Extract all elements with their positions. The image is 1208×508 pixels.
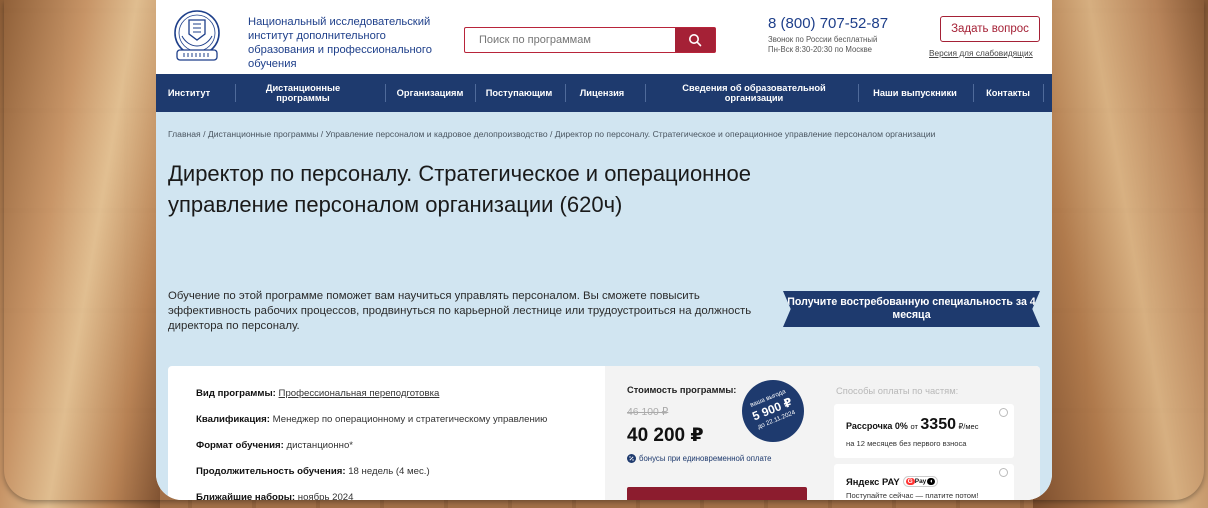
nav-item-license[interactable]: Лицензия (572, 74, 632, 112)
savings-badge: ваша выгода 5 900 ₽ до 22.11.2024 (732, 370, 814, 452)
yandex-pay-logo-icon: G Pay ◖ (902, 476, 939, 487)
format-value: дистанционно* (286, 440, 354, 451)
search-input[interactable] (465, 28, 675, 52)
bonus-link[interactable]: бонусы при единовременной оплате (627, 454, 771, 463)
nav-item-org-info[interactable]: Сведения об образовательной организации (679, 74, 829, 112)
qualification-value: Менеджер по операционному и стратегическ… (272, 414, 548, 425)
qualification-label: Квалификация: (196, 414, 270, 425)
price-label: Стоимость программы: (627, 385, 737, 395)
search-button[interactable] (675, 28, 715, 52)
yandex-pay-title: Яндекс PAY (846, 476, 900, 487)
start-label: Ближайшие наборы: (196, 492, 296, 500)
background-boxes-left (0, 0, 160, 508)
yandex-pay-note: Поступайте сейчас — платите потом! (846, 491, 979, 500)
phone-note-free: Звонок по России бесплатный (768, 35, 878, 44)
old-price: 46 100 ₽ (627, 407, 669, 418)
nav-divider (858, 84, 859, 102)
nav-divider (1043, 84, 1044, 102)
program-card: Вид программы: Профессиональная переподг… (168, 366, 1040, 500)
yandex-pay-title-row: Яндекс PAY G Pay ◖ (846, 476, 939, 487)
installment-note: на 12 месяцев без первого взноса (846, 439, 967, 448)
nav-divider (565, 84, 566, 102)
info-icon[interactable] (999, 408, 1008, 417)
program-type-label: Вид программы: (196, 388, 276, 399)
current-price: 40 200 ₽ (627, 425, 704, 446)
info-icon[interactable] (999, 468, 1008, 477)
page-title: Директор по персоналу. Стратегическое и … (168, 161, 751, 217)
nav-item-contacts[interactable]: Контакты (978, 74, 1038, 112)
qualification-row: Квалификация: Менеджер по операционному … (196, 414, 547, 425)
nav-divider (645, 84, 646, 102)
search-icon (689, 34, 702, 47)
search-box (464, 27, 716, 53)
program-type-link[interactable]: Профессиональная переподготовка (279, 388, 440, 399)
nav-divider (385, 84, 386, 102)
payment-options: Способы оплаты по частям: Рассрочка 0% о… (820, 366, 1040, 500)
main-nav: Институт Дистанционные программы Организ… (156, 74, 1052, 112)
format-label: Формат обучения: (196, 440, 284, 451)
percent-icon (627, 454, 636, 463)
payment-title: Способы оплаты по частям: (836, 385, 959, 396)
nav-divider (235, 84, 236, 102)
yandex-pay-card[interactable]: Яндекс PAY G Pay ◖ Поступайте сейчас — пла… (834, 464, 1014, 500)
start-value: ноябрь 2024 (297, 492, 354, 500)
website: Национальный исследовательский институт … (156, 0, 1052, 500)
installment-prefix: Рассрочка 0% (846, 421, 908, 431)
duration-banner: Получите востребованную специальность за… (783, 291, 1040, 327)
phone-number[interactable]: 8 (800) 707-52-87 (768, 15, 888, 32)
price-block: Стоимость программы: 46 100 ₽ 40 200 ₽ б… (605, 366, 820, 500)
start-row: Ближайшие наборы: ноябрь 2024 (196, 492, 353, 500)
background-boxes-right (1033, 0, 1208, 508)
program-description: Обучение по этой программе поможет вам н… (168, 290, 752, 332)
installment-amount: 3350 (920, 416, 956, 433)
nav-item-organizations[interactable]: Организациям (392, 74, 468, 112)
duration-row: Продолжительность обучения: 18 недель (4… (196, 466, 430, 477)
installment-card[interactable]: Рассрочка 0% от 3350 ₽/мес на 12 месяцев… (834, 404, 1014, 458)
nav-item-institute[interactable]: Институт (156, 74, 222, 112)
nav-item-distance-programs[interactable]: Дистанционные программы (248, 74, 358, 112)
nav-item-graduates[interactable]: Наши выпускники (865, 74, 965, 112)
installment-title: Рассрочка 0% от 3350 ₽/мес (846, 416, 978, 434)
bonus-text: бонусы при единовременной оплате (639, 454, 772, 463)
institute-crest-logo[interactable] (168, 6, 226, 64)
installment-from: от (910, 422, 918, 431)
program-hero: Главная / Дистанционные программы / Упра… (156, 112, 1052, 500)
nav-item-applicants[interactable]: Поступающим (480, 74, 558, 112)
program-type-row: Вид программы: Профессиональная переподг… (196, 388, 439, 399)
enroll-button[interactable] (627, 487, 807, 500)
nav-divider (973, 84, 974, 102)
low-vision-link[interactable]: Версия для слабовидящих (929, 48, 1033, 58)
phone-note-hours: Пн-Вск 8:30-20:30 по Москве (768, 45, 872, 54)
installment-unit: ₽/мес (958, 422, 979, 431)
breadcrumb[interactable]: Главная / Дистанционные программы / Упра… (168, 129, 1048, 139)
site-header: Национальный исследовательский институт … (156, 0, 1052, 74)
org-name[interactable]: Национальный исследовательский институт … (248, 15, 438, 71)
nav-divider (475, 84, 476, 102)
format-row: Формат обучения: дистанционно* (196, 440, 353, 451)
ask-question-button[interactable]: Задать вопрос (940, 16, 1040, 42)
phone-note: Звонок по России бесплатный Пн-Вск 8:30-… (768, 35, 877, 55)
duration-value: 18 недель (4 мес.) (348, 466, 430, 477)
duration-label: Продолжительность обучения: (196, 466, 346, 477)
